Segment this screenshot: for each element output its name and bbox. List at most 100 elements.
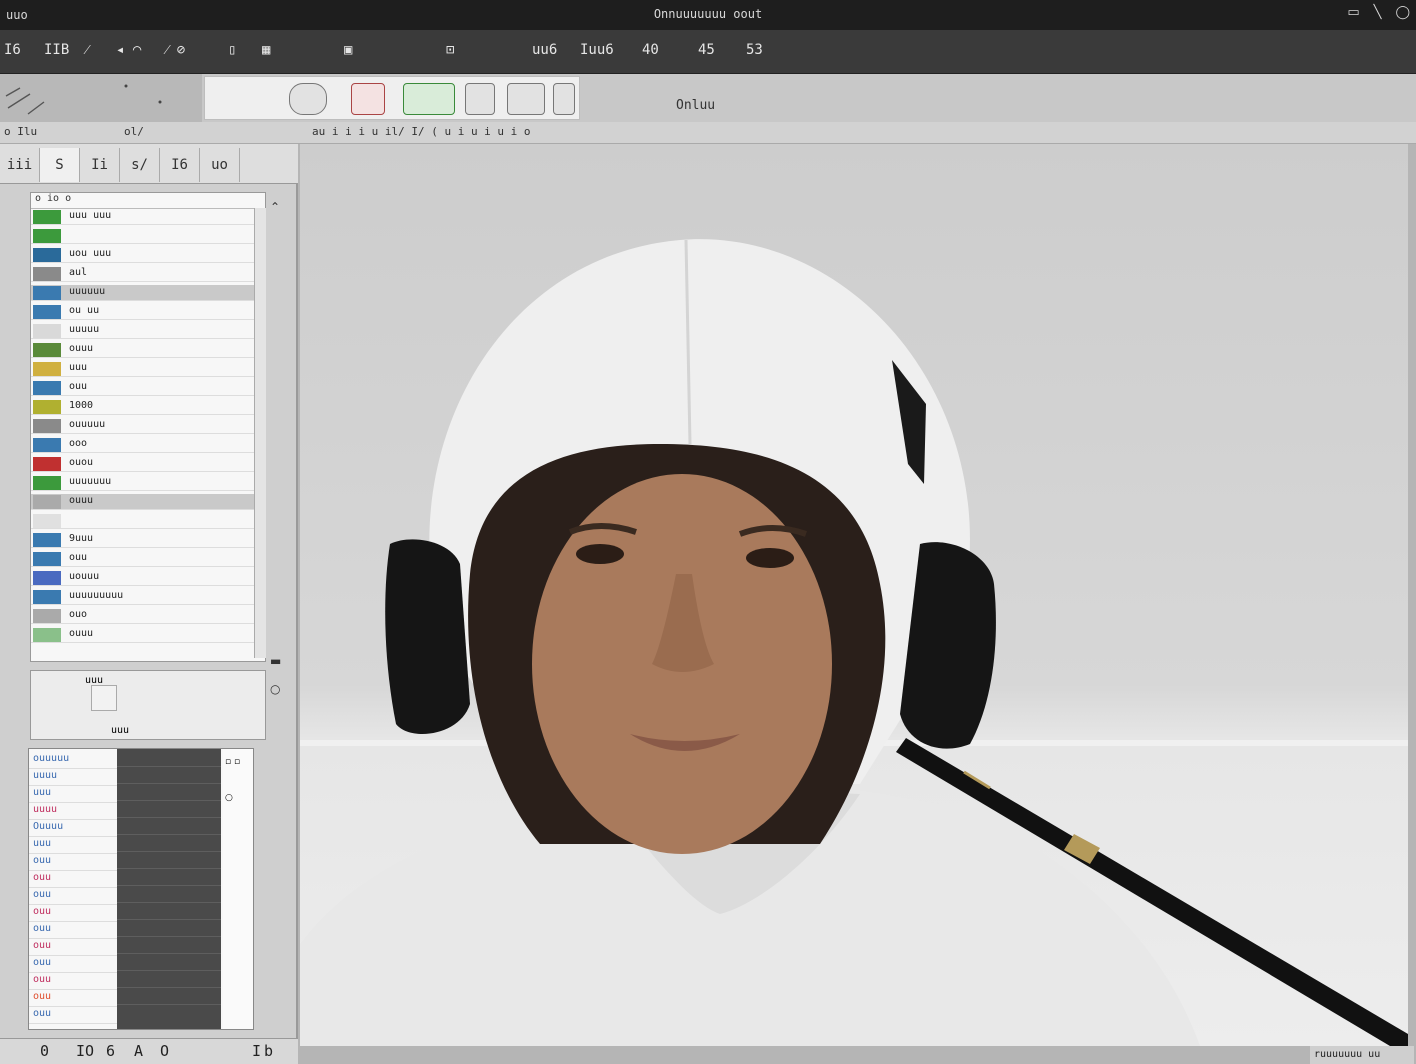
text-tool-icon[interactable] bbox=[507, 83, 545, 115]
layer-row[interactable]: ouuu bbox=[31, 342, 265, 358]
bottom-item-3[interactable]: A bbox=[134, 1042, 143, 1060]
channel-row[interactable]: uuuu bbox=[29, 804, 117, 820]
layer-name: uuuuuu bbox=[69, 286, 106, 297]
tab-4[interactable]: s/ bbox=[120, 148, 160, 182]
main-toolbar: I6 IIB ⁄ ◂ ◠ ⁄ ⊘ ▯ ▦ ▣ ⊡ uu6 Iuu6 40 45 … bbox=[0, 30, 1416, 74]
toolbar-item-6[interactable]: 45 bbox=[698, 42, 715, 58]
layers-panel: iii S Ii s/ I6 uo o io o uuu uuu uou uuu a… bbox=[0, 144, 298, 1064]
list-icon[interactable] bbox=[553, 83, 575, 115]
channel-row[interactable]: ouu bbox=[29, 906, 117, 922]
layer-name: uou uuu bbox=[69, 248, 112, 259]
tab-5[interactable]: I6 bbox=[160, 148, 200, 182]
grid-icon[interactable]: ▦ bbox=[262, 42, 270, 58]
panel-bottom-bar: 0 IO 6 A O I b bbox=[0, 1038, 298, 1064]
layer-row[interactable]: uuu uuu bbox=[31, 209, 265, 225]
toolbar-item-1[interactable]: I6 bbox=[4, 42, 21, 58]
layer-name: 9uuu bbox=[69, 533, 94, 544]
layer-name: ouu bbox=[69, 552, 88, 563]
layer-row[interactable]: ouu bbox=[31, 551, 265, 567]
options-icon[interactable]: ○ bbox=[270, 682, 290, 696]
layers-scrollbar[interactable] bbox=[254, 208, 266, 658]
layer-row[interactable]: 9uuu bbox=[31, 532, 265, 548]
status-bar: ruuuuuuu uu bbox=[1310, 1046, 1414, 1064]
channel-row[interactable]: uuu bbox=[29, 787, 117, 803]
restore-icon[interactable]: ╲ bbox=[1374, 5, 1382, 20]
stamp-icon[interactable] bbox=[351, 83, 385, 115]
toolbar-item-7[interactable]: 53 bbox=[746, 42, 763, 58]
options-mid[interactable]: ol/ bbox=[124, 125, 144, 138]
layers-icon[interactable]: ▣ bbox=[344, 42, 352, 58]
minimize-icon[interactable]: ▭ bbox=[1347, 5, 1359, 20]
channel-row[interactable]: uuu bbox=[29, 838, 117, 854]
channel-row[interactable]: ouu bbox=[29, 1008, 117, 1024]
layer-name: ouu bbox=[69, 381, 88, 392]
brush-icon[interactable]: ⁄ bbox=[86, 42, 88, 59]
layer-row[interactable]: ou uu bbox=[31, 304, 265, 320]
bottom-item-5[interactable]: I bbox=[252, 1042, 261, 1060]
layer-row[interactable] bbox=[31, 513, 265, 529]
channel-row[interactable]: ouu bbox=[29, 957, 117, 973]
layer-name: uuuuuuu bbox=[69, 476, 112, 487]
layer-row[interactable]: uou uuu bbox=[31, 247, 265, 263]
tab-2[interactable]: S bbox=[40, 148, 80, 182]
layer-row[interactable]: uuu bbox=[31, 361, 265, 377]
layer-row[interactable]: ouo bbox=[31, 608, 265, 624]
toolbar-item-4[interactable]: Iuu6 bbox=[580, 42, 614, 58]
channel-row[interactable]: ouuuuu bbox=[29, 753, 117, 769]
image-canvas[interactable] bbox=[300, 144, 1408, 1046]
channel-row[interactable]: Ouuuu bbox=[29, 821, 117, 837]
menu-icon[interactable]: ▬ bbox=[270, 654, 290, 668]
ruler-icon[interactable]: ▯ bbox=[228, 42, 236, 58]
layer-row[interactable]: ouuu bbox=[31, 494, 265, 510]
crop-icon[interactable] bbox=[465, 83, 495, 115]
channel-divider bbox=[117, 783, 221, 784]
channel-row[interactable]: ouu bbox=[29, 889, 117, 905]
layer-thumbnail bbox=[33, 438, 61, 452]
bracket-icon[interactable] bbox=[209, 83, 245, 115]
channel-row[interactable]: ouu bbox=[29, 991, 117, 1007]
toolbar-item-3[interactable]: uu6 bbox=[532, 42, 557, 58]
channel-row[interactable]: ouu bbox=[29, 974, 117, 990]
channel-row[interactable]: ouu bbox=[29, 855, 117, 871]
toolbar-item-5[interactable]: 40 bbox=[642, 42, 659, 58]
layer-row[interactable] bbox=[31, 228, 265, 244]
tab-6[interactable]: uo bbox=[200, 148, 240, 182]
tab-3[interactable]: Ii bbox=[80, 148, 120, 182]
layer-row[interactable]: aul bbox=[31, 266, 265, 282]
channel-row[interactable]: ouu bbox=[29, 872, 117, 888]
layer-row[interactable]: uouuu bbox=[31, 570, 265, 586]
layer-row[interactable]: ouu bbox=[31, 380, 265, 396]
layer-row[interactable]: ouou bbox=[31, 456, 265, 472]
layer-row[interactable]: ooo bbox=[31, 437, 265, 453]
mode-label: Onluu bbox=[676, 98, 716, 113]
new-layer-icon[interactable]: 0 bbox=[40, 1042, 49, 1060]
channel-radio[interactable]: ○ bbox=[223, 775, 253, 821]
collapse-icon[interactable]: ⌃ bbox=[270, 200, 290, 214]
bottom-item-4[interactable]: O bbox=[160, 1042, 169, 1060]
layer-row[interactable]: uuuuuuuuu bbox=[31, 589, 265, 605]
channel-row[interactable]: ouu bbox=[29, 940, 117, 956]
layer-row[interactable]: uuuuuuu bbox=[31, 475, 265, 491]
layer-row[interactable]: uuuuuu bbox=[31, 285, 265, 301]
eraser-icon[interactable]: ◂ ◠ bbox=[116, 42, 141, 58]
tab-1[interactable]: iii bbox=[0, 148, 40, 182]
bottom-item-2[interactable]: 6 bbox=[106, 1042, 115, 1060]
layer-thumbnail bbox=[33, 419, 61, 433]
bottom-item-6[interactable]: b bbox=[264, 1042, 273, 1060]
layer-row[interactable]: uuuuu bbox=[31, 323, 265, 339]
bottom-item-1[interactable]: IO bbox=[76, 1042, 94, 1060]
channel-toggle[interactable]: ▫ ▫ bbox=[223, 749, 253, 775]
camera-icon[interactable]: ⊡ bbox=[446, 42, 454, 58]
tool-presets[interactable] bbox=[0, 74, 202, 122]
channel-row[interactable]: ouu bbox=[29, 923, 117, 939]
close-icon[interactable]: ◯ bbox=[1395, 5, 1410, 20]
lasso-icon[interactable] bbox=[289, 83, 327, 115]
layer-row[interactable]: 1000 bbox=[31, 399, 265, 415]
layer-row[interactable]: ouuuuu bbox=[31, 418, 265, 434]
options-left[interactable]: o Ilu bbox=[4, 125, 37, 138]
channel-row[interactable]: uuuu bbox=[29, 770, 117, 786]
pen-icon[interactable]: ⁄ ⊘ bbox=[166, 42, 185, 59]
toolbar-item-2[interactable]: IIB bbox=[44, 42, 69, 58]
layer-row[interactable]: ouuu bbox=[31, 627, 265, 643]
selection-tool-icon[interactable] bbox=[403, 83, 455, 115]
